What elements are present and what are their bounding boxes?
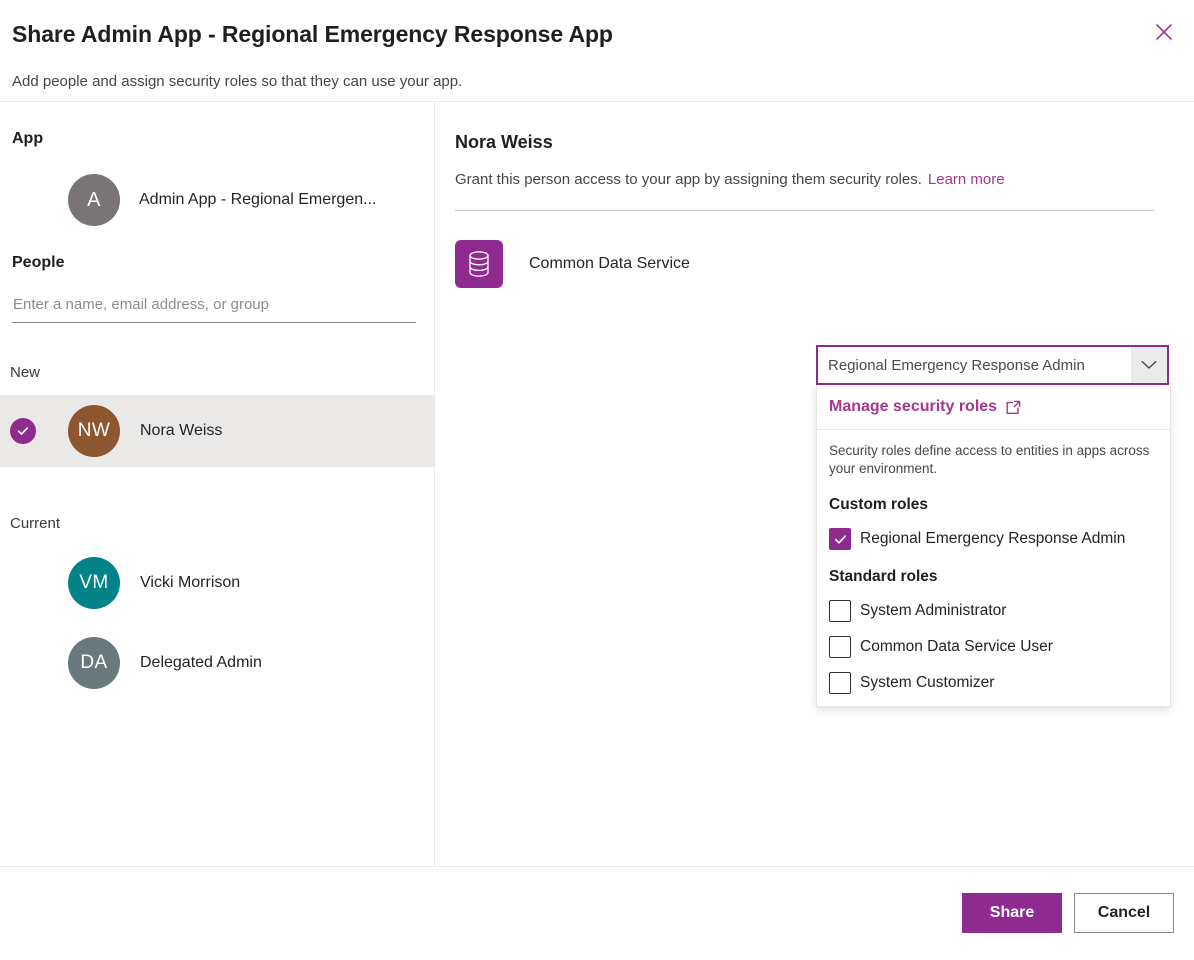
people-search-input[interactable] xyxy=(12,296,416,323)
app-name: Admin App - Regional Emergen... xyxy=(139,191,377,208)
security-roles-dropdown: Manage security roles Security roles def… xyxy=(816,383,1171,707)
role-option-common-data-service-user[interactable]: Common Data Service User xyxy=(817,622,1170,658)
close-icon xyxy=(1154,22,1174,42)
chevron-down-icon xyxy=(1141,358,1157,373)
role-option-system-customizer[interactable]: System Customizer xyxy=(817,658,1170,694)
selected-check-icon xyxy=(10,418,36,444)
person-row-delegated-admin[interactable]: DA Delegated Admin xyxy=(0,632,434,694)
person-row-nora-weiss[interactable]: NW Nora Weiss xyxy=(0,395,434,467)
dialog-subtitle: Add people and assign security roles so … xyxy=(12,73,463,90)
cancel-button[interactable]: Cancel xyxy=(1074,893,1174,933)
person-name: Vicki Morrison xyxy=(140,574,241,591)
app-avatar: A xyxy=(68,174,120,226)
role-label: Regional Emergency Response Admin xyxy=(860,530,1126,547)
service-row: Common Data Service xyxy=(455,211,1174,288)
selected-person-name: Nora Weiss xyxy=(455,132,553,152)
share-description: Grant this person access to your app by … xyxy=(455,154,1174,190)
person-avatar: DA xyxy=(68,637,120,689)
group-label-current: Current xyxy=(10,515,61,532)
checkbox-checked-icon[interactable] xyxy=(829,528,851,550)
people-section-heading: People xyxy=(12,254,65,271)
checkbox-unchecked-icon[interactable] xyxy=(829,600,851,622)
checkbox-unchecked-icon[interactable] xyxy=(829,636,851,658)
combobox-expand-button[interactable] xyxy=(1131,347,1167,383)
page-title: Share Admin App - Regional Emergency Res… xyxy=(12,21,613,47)
close-button[interactable] xyxy=(1144,12,1184,52)
custom-roles-heading: Custom roles xyxy=(829,496,929,513)
dialog-body: App A Admin App - Regional Emergen... Pe… xyxy=(0,101,1194,867)
role-option-regional-emergency-response-admin[interactable]: Regional Emergency Response Admin xyxy=(817,514,1170,550)
role-label: System Customizer xyxy=(860,674,995,691)
person-row-vicki-morrison[interactable]: VM Vicki Morrison xyxy=(0,552,434,614)
person-avatar-initials: NW xyxy=(77,420,111,441)
left-pane: App A Admin App - Regional Emergen... Pe… xyxy=(0,102,435,866)
share-button[interactable]: Share xyxy=(962,893,1062,933)
checkbox-unchecked-icon[interactable] xyxy=(829,672,851,694)
role-label: Common Data Service User xyxy=(860,638,1053,655)
open-in-new-window-icon xyxy=(997,399,1022,416)
service-name: Common Data Service xyxy=(529,255,690,272)
share-description-text: Grant this person access to your app by … xyxy=(455,171,922,188)
role-label: System Administrator xyxy=(860,602,1007,619)
person-avatar-initials: VM xyxy=(79,572,109,593)
standard-roles-heading: Standard roles xyxy=(829,568,938,585)
manage-security-roles-link[interactable]: Manage security roles xyxy=(829,398,997,416)
app-avatar-initial: A xyxy=(87,188,101,211)
app-section-heading: App xyxy=(12,130,44,147)
people-input-wrapper xyxy=(0,274,434,323)
person-avatar-initials: DA xyxy=(80,652,108,673)
person-name: Delegated Admin xyxy=(140,654,262,671)
database-icon xyxy=(455,240,503,288)
security-role-combobox[interactable]: Regional Emergency Response Admin xyxy=(816,345,1169,385)
person-avatar: VM xyxy=(68,557,120,609)
dialog-footer: Share Cancel xyxy=(0,867,1194,959)
person-avatar: NW xyxy=(68,405,120,457)
group-label-new: New xyxy=(10,364,41,381)
role-option-system-administrator[interactable]: System Administrator xyxy=(817,586,1170,622)
app-row: A Admin App - Regional Emergen... xyxy=(0,150,434,226)
security-roles-description: Security roles define access to entities… xyxy=(829,443,1150,476)
person-name: Nora Weiss xyxy=(140,422,223,439)
dialog-header: Share Admin App - Regional Emergency Res… xyxy=(0,0,1194,101)
right-pane: Nora Weiss Grant this person access to y… xyxy=(435,102,1194,866)
security-role-value: Regional Emergency Response Admin xyxy=(828,356,1085,374)
learn-more-link[interactable]: Learn more xyxy=(922,171,1005,188)
manage-security-roles-row[interactable]: Manage security roles xyxy=(817,384,1170,430)
